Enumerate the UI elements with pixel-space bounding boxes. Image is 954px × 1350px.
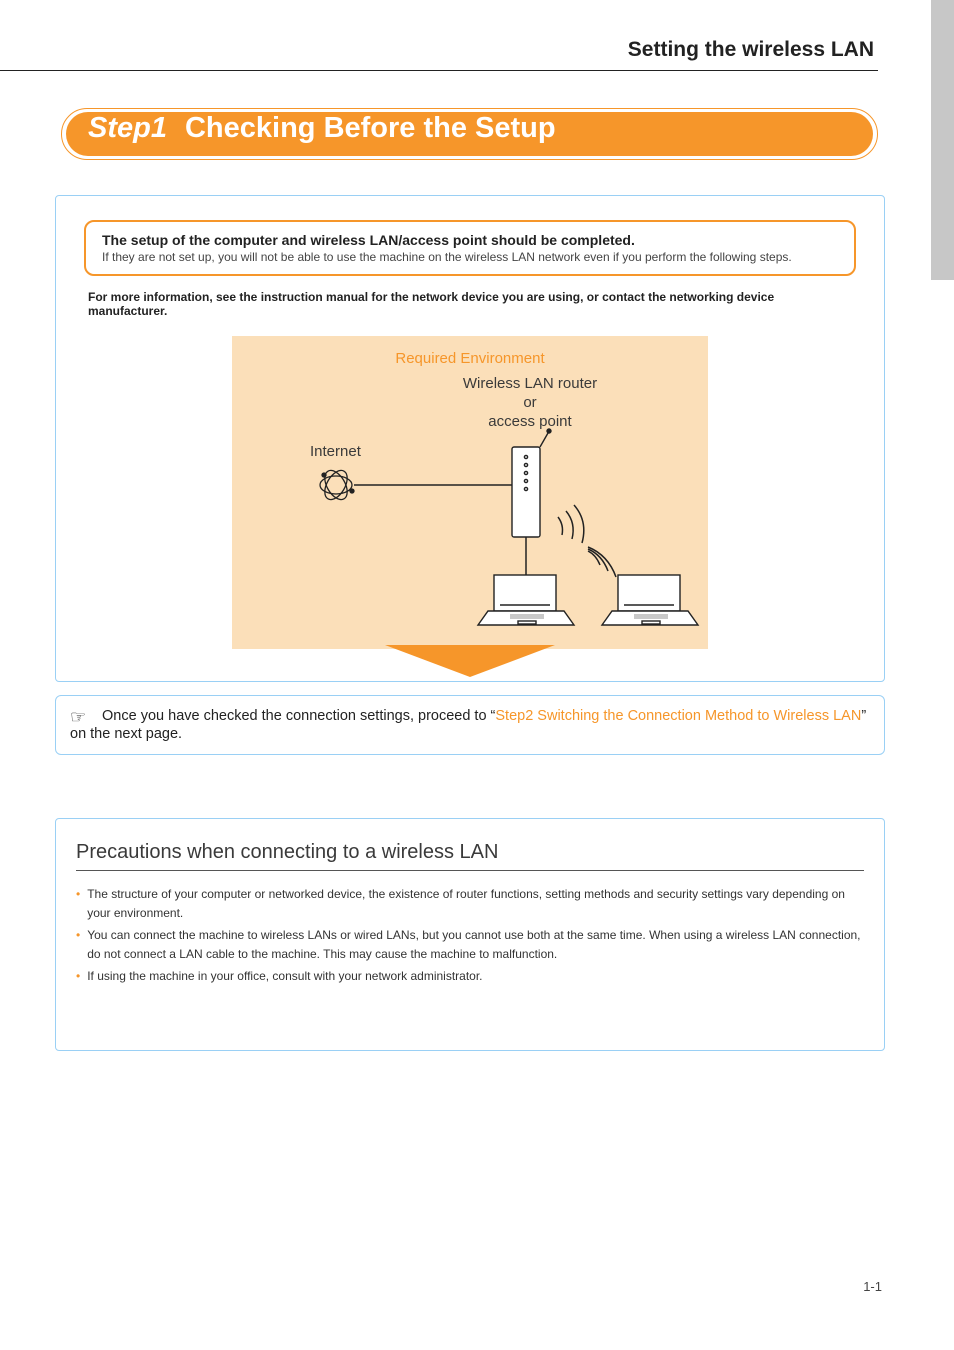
precautions-section: Precautions when connecting to a wireles… (55, 818, 885, 1051)
step-heading: Step1 Checking Before the Setup (61, 108, 878, 160)
precaution-item: • If using the machine in your office, c… (76, 967, 864, 986)
environment-diagram-box: Required Environment Wireless LAN router… (232, 336, 708, 649)
setup-note-bold: The setup of the computer and wireless L… (102, 232, 838, 248)
environment-title: Required Environment (250, 350, 690, 367)
main-content-frame: The setup of the computer and wireless L… (55, 195, 885, 682)
proceed-instruction: ☞ Once you have checked the connection s… (55, 695, 885, 755)
setup-required-note: The setup of the computer and wireless L… (84, 220, 856, 276)
precaution-text: You can connect the machine to wireless … (87, 926, 864, 963)
bullet-icon: • (76, 967, 80, 986)
setup-note-sub: If they are not set up, you will not be … (102, 250, 838, 264)
step-number: Step1 (88, 112, 167, 145)
step-title: Checking Before the Setup (185, 112, 556, 145)
page-header-title: Setting the wireless LAN (628, 38, 874, 62)
precaution-text: The structure of your computer or networ… (87, 885, 864, 922)
precaution-item: • You can connect the machine to wireles… (76, 926, 864, 963)
precautions-rule (76, 870, 864, 871)
step2-link[interactable]: Step2 Switching the Connection Method to… (495, 708, 861, 724)
precautions-title: Precautions when connecting to a wireles… (76, 841, 864, 864)
more-info-text: For more information, see the instructio… (88, 290, 852, 318)
precaution-item: • The structure of your computer or netw… (76, 885, 864, 922)
proceed-prefix: Once you have checked the connection set… (102, 708, 495, 724)
side-tab (931, 0, 954, 280)
bullet-icon: • (76, 885, 80, 922)
pointing-hand-icon: ☞ (70, 708, 98, 726)
header-rule (0, 70, 878, 71)
precaution-text: If using the machine in your office, con… (87, 967, 482, 986)
continue-arrow-icon (385, 645, 555, 677)
network-diagram-icon (210, 375, 744, 635)
page-number: 1-1 (863, 1279, 882, 1294)
bullet-icon: • (76, 926, 80, 963)
